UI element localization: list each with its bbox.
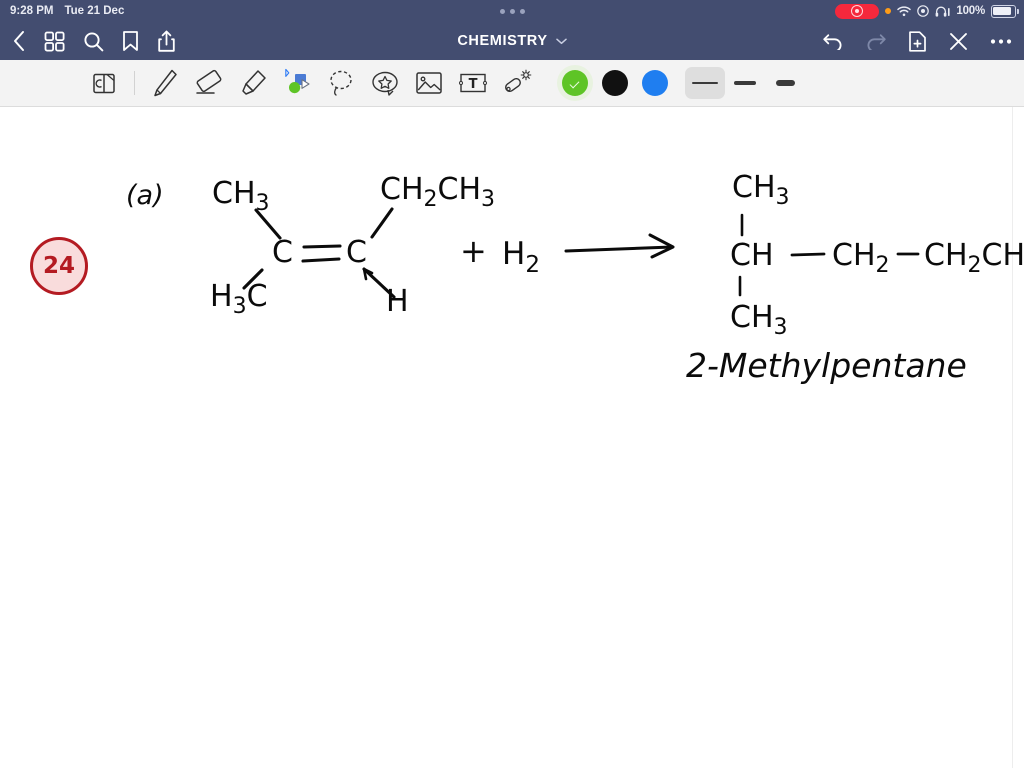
product-ch2ch3: CH2CH3 xyxy=(924,238,1024,278)
ios-status-bar: 9:28 PM Tue 21 Dec 100% xyxy=(0,0,1024,22)
bond-ch2ch3-to-right-carbon xyxy=(370,207,394,239)
more-icon[interactable] xyxy=(990,38,1012,45)
shapes-tool[interactable] xyxy=(275,63,319,103)
thick-line-icon xyxy=(775,79,795,87)
color-swatch-green[interactable] xyxy=(555,63,595,103)
handwritten-ink-layer: (a) CH3 H3C C C CH2CH3 H + H2 CH3 CH CH2… xyxy=(126,170,1024,385)
reaction-arrow-shaft xyxy=(564,245,674,253)
text-tool[interactable]: T xyxy=(451,63,495,103)
color-swatch-black[interactable] xyxy=(595,63,635,103)
record-ring-icon xyxy=(851,5,864,17)
laser-pointer-tool[interactable] xyxy=(495,63,539,103)
wifi-icon xyxy=(897,5,912,17)
stroke-width-thin[interactable] xyxy=(685,67,725,99)
toolbar-divider xyxy=(134,71,135,95)
stroke-width-thick[interactable] xyxy=(765,67,805,99)
page-flip-tool[interactable] xyxy=(82,63,126,103)
add-page-icon[interactable] xyxy=(908,30,927,53)
product-top-branch: CH3 xyxy=(732,170,790,210)
double-bond-lower xyxy=(301,257,341,263)
redo-icon[interactable] xyxy=(865,32,887,50)
image-tool[interactable] xyxy=(407,63,451,103)
battery-icon xyxy=(991,4,1019,18)
reactant-top-left-group: CH3 xyxy=(212,176,270,216)
eraser-tool[interactable] xyxy=(187,63,231,103)
undo-icon[interactable] xyxy=(822,32,844,50)
pen-tool[interactable] xyxy=(143,63,187,103)
product-bottom-branch: CH3 xyxy=(730,300,788,340)
sticker-tool[interactable] xyxy=(363,63,407,103)
double-bond-upper xyxy=(302,244,342,249)
screen-record-icon xyxy=(917,5,930,17)
product-ch2: CH2 xyxy=(832,238,890,278)
color-swatch-blue[interactable] xyxy=(635,63,675,103)
question-number-badge: 24 xyxy=(30,237,88,295)
reactant-top-right-group: CH2CH3 xyxy=(380,172,495,212)
page-title: CHEMISTRY xyxy=(457,33,548,49)
stroke-width-medium[interactable] xyxy=(725,67,765,99)
close-icon[interactable] xyxy=(948,31,969,52)
product-ch: CH xyxy=(730,238,774,273)
app-nav-bar: CHEMISTRY xyxy=(0,22,1024,60)
hydrogen-formula: H2 xyxy=(502,236,540,278)
question-number-text: 24 xyxy=(42,253,75,279)
multitasking-dot xyxy=(499,8,505,14)
headphones-icon xyxy=(935,6,950,17)
reactant-bottom-right-group: H xyxy=(386,284,409,319)
reactant-left-carbon: C xyxy=(272,235,293,270)
orange-privacy-dot-icon xyxy=(885,8,892,14)
drawing-toolbar: T xyxy=(0,60,1024,107)
lasso-tool[interactable] xyxy=(319,63,363,103)
green-color-circle xyxy=(562,70,588,96)
bond-ch-to-ch2 xyxy=(790,252,826,257)
multitasking-dot xyxy=(519,8,525,14)
highlighter-tool[interactable] xyxy=(231,63,275,103)
product-name-label: 2-Methylpentane xyxy=(686,346,967,385)
part-label: (a) xyxy=(126,180,164,211)
multitasking-dot xyxy=(509,8,515,14)
note-canvas[interactable]: (a) CH3 H3C C C CH2CH3 H + H2 CH3 CH CH2… xyxy=(0,107,1024,768)
plus-sign: + xyxy=(460,232,487,270)
screen-recording-indicator[interactable] xyxy=(835,3,880,19)
status-bar-right: 100% xyxy=(835,3,1019,19)
reactant-right-carbon: C xyxy=(346,235,367,270)
thin-line-icon xyxy=(692,81,718,85)
svg-text:T: T xyxy=(469,77,478,92)
battery-percent-label: 100% xyxy=(956,5,985,17)
black-color-circle xyxy=(602,70,628,96)
notability-app-window: 9:28 PM Tue 21 Dec 100% CHEMISTRY T (a) … xyxy=(0,0,1024,768)
bond-h-to-right-carbon xyxy=(362,267,396,299)
chevron-down-icon xyxy=(555,38,567,45)
reactant-bottom-left-group: H3C xyxy=(210,279,268,319)
medium-line-icon xyxy=(734,80,756,86)
blue-color-circle xyxy=(642,70,668,96)
nav-right-group xyxy=(822,30,1012,53)
